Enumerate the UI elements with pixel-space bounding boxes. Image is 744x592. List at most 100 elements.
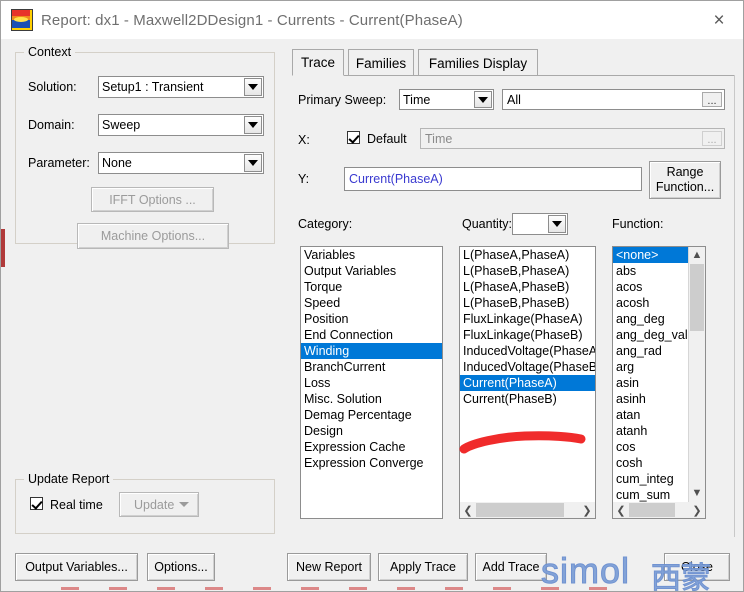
options-button[interactable]: Options...: [147, 553, 215, 581]
scroll-up-icon[interactable]: ▲: [689, 247, 705, 263]
function-item[interactable]: cosh: [613, 455, 688, 471]
ifft-options-button[interactable]: IFFT Options ...: [91, 187, 214, 212]
category-item[interactable]: Misc. Solution: [301, 391, 442, 407]
y-label: Y:: [298, 172, 310, 186]
function-item[interactable]: ang_rad: [613, 343, 688, 359]
quantity-items[interactable]: L(PhaseA,PhaseA) L(PhaseB,PhaseA) L(PhaseA…: [460, 247, 595, 407]
quantity-item[interactable]: Current(PhaseB): [460, 391, 595, 407]
panel-right-edge: [734, 75, 735, 537]
update-button[interactable]: Update: [119, 492, 199, 517]
quantity-item[interactable]: FluxLinkage(PhaseB): [460, 327, 595, 343]
domain-label: Domain:: [28, 118, 75, 132]
function-item[interactable]: acosh: [613, 295, 688, 311]
category-item[interactable]: Winding: [301, 343, 442, 359]
context-group-title: Context: [24, 45, 76, 59]
domain-combo[interactable]: Sweep: [98, 114, 264, 136]
close-button[interactable]: Close: [664, 553, 730, 581]
function-item[interactable]: ang_deg: [613, 311, 688, 327]
chevron-down-icon[interactable]: [244, 78, 262, 96]
category-items[interactable]: Variables Output Variables Torque Speed Posi…: [301, 247, 442, 471]
quantity-item[interactable]: L(PhaseB,PhaseA): [460, 263, 595, 279]
red-bottom-annotation: [61, 587, 621, 590]
category-item[interactable]: Torque: [301, 279, 442, 295]
chevron-down-icon[interactable]: [474, 91, 492, 108]
output-variables-button[interactable]: Output Variables...: [15, 553, 138, 581]
category-item[interactable]: Loss: [301, 375, 442, 391]
parameter-combo[interactable]: None: [98, 152, 264, 174]
chevron-down-icon[interactable]: [244, 154, 262, 172]
function-hscrollbar[interactable]: ❮ ❯: [613, 502, 705, 518]
category-item[interactable]: Speed: [301, 295, 442, 311]
new-report-button[interactable]: New Report: [287, 553, 371, 581]
x-expression-value: Time: [425, 131, 453, 146]
category-item[interactable]: Variables: [301, 247, 442, 263]
scroll-left-icon[interactable]: ❮: [460, 502, 476, 518]
function-item[interactable]: cos: [613, 439, 688, 455]
function-items[interactable]: <none> abs acos acosh ang_deg ang_deg_val ang_…: [613, 247, 688, 503]
category-item[interactable]: BranchCurrent: [301, 359, 442, 375]
quantity-item[interactable]: L(PhaseA,PhaseA): [460, 247, 595, 263]
function-item[interactable]: cum_sum: [613, 487, 688, 503]
tab-families-display[interactable]: Families Display: [418, 49, 538, 76]
chevron-down-icon[interactable]: [548, 215, 566, 233]
function-item[interactable]: atan: [613, 407, 688, 423]
quantity-item[interactable]: FluxLinkage(PhaseA): [460, 311, 595, 327]
category-item[interactable]: Design: [301, 423, 442, 439]
primary-sweep-combo[interactable]: Time: [399, 89, 494, 110]
range-function-button[interactable]: Range Function...: [649, 161, 721, 199]
quantity-hscrollbar[interactable]: ❮ ❯: [460, 502, 595, 518]
category-item[interactable]: Expression Converge: [301, 455, 442, 471]
quantity-item[interactable]: L(PhaseA,PhaseB): [460, 279, 595, 295]
category-item[interactable]: Output Variables: [301, 263, 442, 279]
x-default-checkbox[interactable]: [347, 131, 360, 144]
scroll-thumb[interactable]: [629, 503, 675, 517]
solution-combo[interactable]: Setup1 : Transient: [98, 76, 264, 98]
primary-sweep-range-field[interactable]: All ...: [502, 89, 725, 110]
category-item[interactable]: Expression Cache: [301, 439, 442, 455]
function-item[interactable]: acos: [613, 279, 688, 295]
scroll-right-icon[interactable]: ❯: [579, 502, 595, 518]
parameter-combo-value: None: [102, 156, 132, 170]
scroll-left-icon[interactable]: ❮: [613, 502, 629, 518]
update-report-group-title: Update Report: [24, 472, 114, 486]
category-item[interactable]: End Connection: [301, 327, 442, 343]
scroll-thumb[interactable]: [476, 503, 564, 517]
quantity-item[interactable]: Current(PhaseA): [460, 375, 595, 391]
quantity-item[interactable]: InducedVoltage(PhaseA): [460, 343, 595, 359]
scroll-down-icon[interactable]: ▼: [689, 485, 705, 501]
ellipsis-icon[interactable]: ...: [702, 92, 722, 107]
function-item[interactable]: ang_deg_val: [613, 327, 688, 343]
realtime-checkbox[interactable]: [30, 497, 43, 510]
y-expression-value: Current(PhaseA): [349, 172, 443, 186]
quantity-label: Quantity:: [462, 217, 513, 231]
function-item[interactable]: asin: [613, 375, 688, 391]
chevron-down-icon[interactable]: [179, 502, 189, 507]
category-item[interactable]: Position: [301, 311, 442, 327]
machine-options-button[interactable]: Machine Options...: [77, 223, 229, 249]
tab-families[interactable]: Families: [348, 49, 414, 76]
scroll-thumb[interactable]: [690, 264, 704, 331]
function-vscrollbar[interactable]: ▲ ▼: [688, 247, 705, 518]
window-close-icon[interactable]: ×: [705, 9, 733, 31]
category-listbox[interactable]: Variables Output Variables Torque Speed Posi…: [300, 246, 443, 519]
add-trace-button[interactable]: Add Trace: [475, 553, 547, 581]
function-item[interactable]: arg: [613, 359, 688, 375]
quantity-listbox[interactable]: L(PhaseA,PhaseA) L(PhaseB,PhaseA) L(PhaseA…: [459, 246, 596, 519]
chevron-down-icon[interactable]: [244, 116, 262, 134]
quantity-item[interactable]: InducedVoltage(PhaseB): [460, 359, 595, 375]
function-listbox[interactable]: <none> abs acos acosh ang_deg ang_deg_val ang_…: [612, 246, 706, 519]
function-item[interactable]: atanh: [613, 423, 688, 439]
category-item[interactable]: Demag Percentage: [301, 407, 442, 423]
tab-trace[interactable]: Trace: [292, 49, 344, 76]
maxwell-app-icon: [11, 9, 33, 31]
function-item[interactable]: <none>: [613, 247, 688, 263]
scroll-right-icon[interactable]: ❯: [689, 502, 705, 518]
quantity-combo[interactable]: [512, 213, 568, 235]
window-title: Report: dx1 - Maxwell2DDesign1 - Current…: [41, 11, 463, 29]
apply-trace-button[interactable]: Apply Trace: [378, 553, 468, 581]
function-item[interactable]: cum_integ: [613, 471, 688, 487]
function-item[interactable]: abs: [613, 263, 688, 279]
function-item[interactable]: asinh: [613, 391, 688, 407]
y-expression-field[interactable]: Current(PhaseA): [344, 167, 642, 191]
quantity-item[interactable]: L(PhaseB,PhaseB): [460, 295, 595, 311]
